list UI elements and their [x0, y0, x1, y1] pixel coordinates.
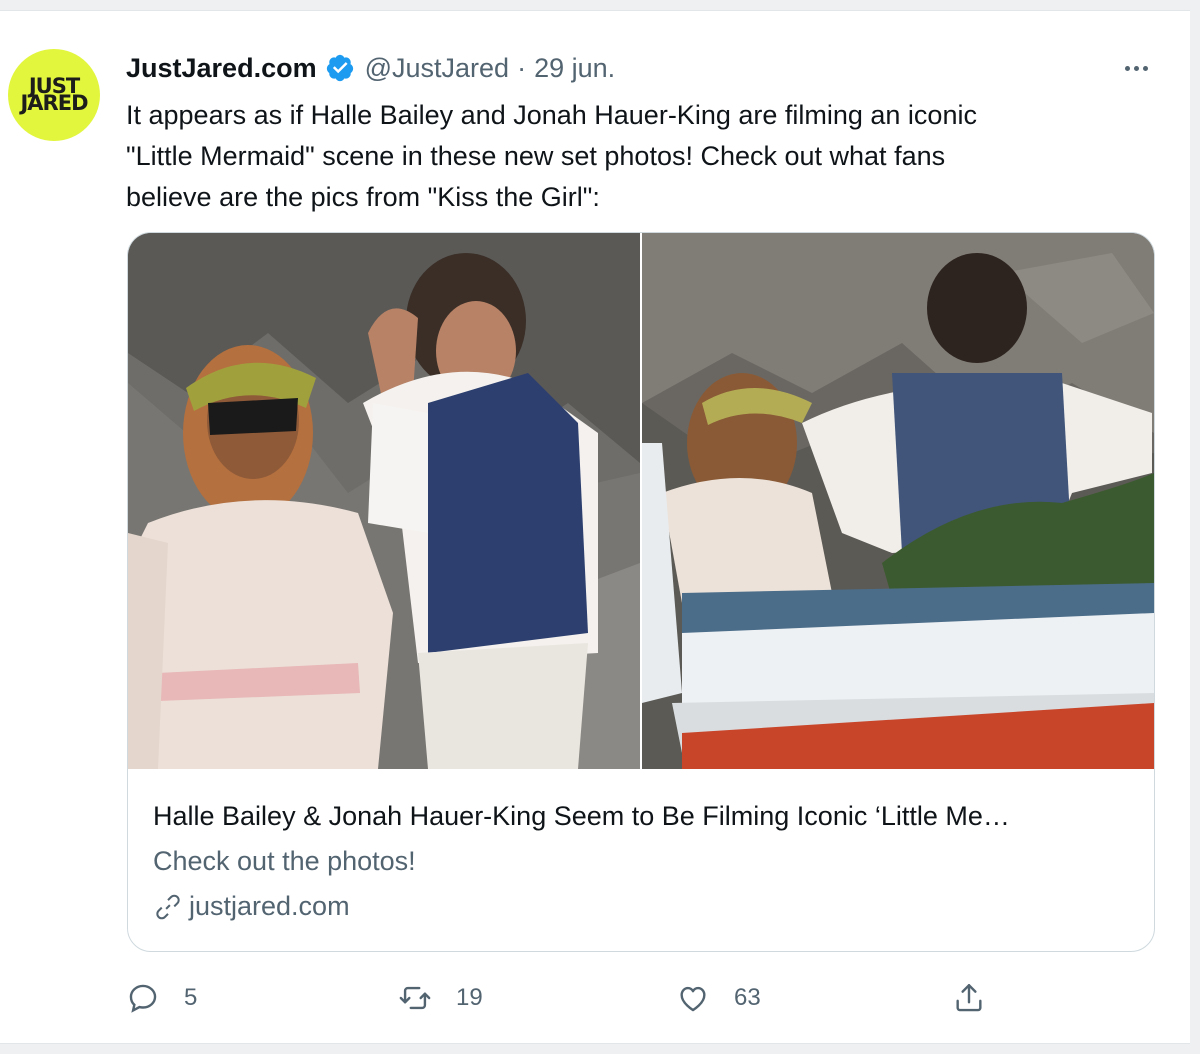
like-icon — [680, 986, 706, 1012]
like-button[interactable]: 63 — [676, 976, 761, 1020]
retweet-button[interactable]: 19 — [398, 976, 483, 1020]
tweet-header: JustJared.com @JustJared · 29 jun. — [126, 51, 615, 85]
card-domain-text: justjared.com — [189, 891, 350, 921]
retweet-icon — [399, 986, 431, 1010]
retweet-count: 19 — [456, 984, 483, 1011]
tweet-text: It appears as if Halle Bailey and Jonah … — [126, 95, 1126, 218]
tweet-text-line: believe are the pics from "Kiss the Girl… — [126, 182, 600, 212]
verified-badge-icon — [326, 54, 353, 82]
author-handle[interactable]: @JustJared — [365, 53, 509, 84]
card-domain[interactable]: justjared.com — [153, 891, 1133, 922]
card-photo-left — [128, 233, 640, 769]
author-name[interactable]: JustJared.com — [126, 53, 317, 84]
card-photo-right — [642, 233, 1154, 769]
link-icon — [156, 894, 180, 919]
tweet-actions: 5 19 63 — [126, 976, 1026, 1020]
tweet-date[interactable]: 29 jun. — [534, 53, 615, 84]
reply-icon — [129, 984, 157, 1013]
link-preview-card[interactable]: Halle Bailey & Jonah Hauer-King Seem to … — [127, 232, 1155, 952]
reply-count: 5 — [184, 984, 198, 1011]
share-icon — [956, 984, 982, 1012]
reply-button[interactable]: 5 — [126, 976, 197, 1020]
card-title[interactable]: Halle Bailey & Jonah Hauer-King Seem to … — [153, 801, 1121, 832]
separator-dot: · — [517, 52, 527, 83]
more-icon[interactable] — [1118, 53, 1154, 83]
avatar-line-2: JARED — [20, 91, 88, 115]
card-meta: Halle Bailey & Jonah Hauer-King Seem to … — [153, 801, 1133, 922]
tweet-card[interactable]: JUST JARED JustJared.com @JustJared · 29… — [0, 10, 1190, 1044]
like-count: 63 — [734, 984, 761, 1011]
tweet-text-line: "Little Mermaid" scene in these new set … — [126, 141, 946, 171]
share-button[interactable] — [952, 976, 986, 1020]
card-description: Check out the photos! — [153, 846, 416, 876]
tweet-text-line: It appears as if Halle Bailey and Jonah … — [126, 100, 977, 130]
avatar[interactable]: JUST JARED — [8, 49, 100, 141]
card-media[interactable] — [128, 233, 1154, 769]
